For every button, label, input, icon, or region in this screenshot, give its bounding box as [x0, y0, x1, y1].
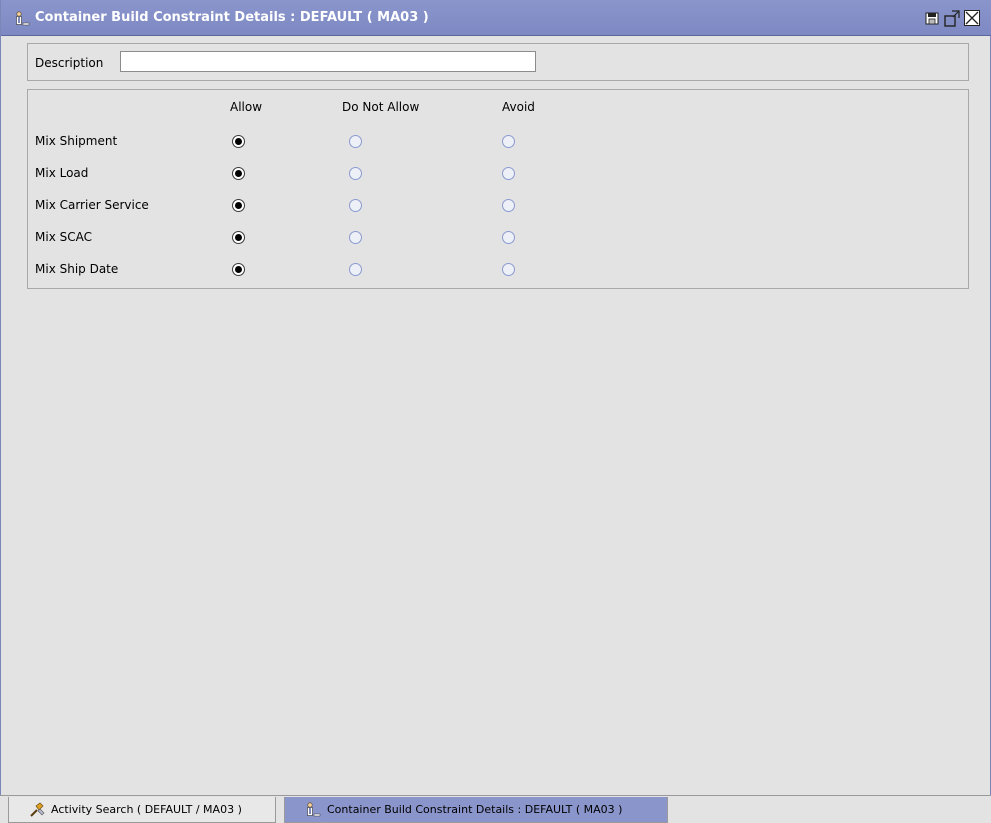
row-label-mix-load: Mix Load: [35, 166, 89, 180]
column-header-avoid: Avoid: [502, 100, 535, 114]
mix-shipment-avoid-radio[interactable]: [502, 135, 515, 148]
detach-icon[interactable]: [943, 9, 961, 27]
tab-activity-search-label: Activity Search ( DEFAULT / MA03 ): [51, 803, 242, 816]
mix-ship-date-avoid-radio[interactable]: [502, 263, 515, 276]
mix-scac-do-not-allow-radio[interactable]: [349, 231, 362, 244]
window-titlebar[interactable]: Container Build Constraint Details : DEF…: [1, 0, 991, 36]
row-label-mix-ship-date: Mix Ship Date: [35, 262, 119, 276]
mix-scac-allow-radio[interactable]: [232, 231, 245, 244]
mix-shipment-do-not-allow-radio[interactable]: [349, 135, 362, 148]
mix-carrier-service-avoid-radio[interactable]: [502, 199, 515, 212]
user-icon: [305, 802, 323, 818]
tab-container-build-constraint[interactable]: Container Build Constraint Details : DEF…: [284, 797, 668, 823]
mix-shipment-allow-radio[interactable]: [232, 135, 245, 148]
mix-load-allow-radio[interactable]: [232, 167, 245, 180]
mix-scac-avoid-radio[interactable]: [502, 231, 515, 244]
description-label: Description: [35, 56, 104, 70]
save-icon[interactable]: [923, 9, 941, 27]
close-icon[interactable]: [963, 9, 981, 27]
mix-load-do-not-allow-radio[interactable]: [349, 167, 362, 180]
column-header-allow: Allow: [230, 100, 263, 114]
user-icon: [13, 11, 37, 27]
description-panel: Description: [27, 43, 969, 81]
row-label-mix-scac: Mix SCAC: [35, 230, 92, 244]
mix-ship-date-do-not-allow-radio[interactable]: [349, 263, 362, 276]
tab-container-build-constraint-label: Container Build Constraint Details : DEF…: [327, 803, 623, 816]
row-label-mix-carrier-service: Mix Carrier Service: [35, 198, 149, 212]
row-label-mix-shipment: Mix Shipment: [35, 134, 118, 148]
mix-carrier-service-allow-radio[interactable]: [232, 199, 245, 212]
window-taskbar: Activity Search ( DEFAULT / MA03 ) Conta…: [0, 795, 991, 823]
tab-activity-search[interactable]: Activity Search ( DEFAULT / MA03 ): [8, 797, 276, 823]
mix-carrier-service-do-not-allow-radio[interactable]: [349, 199, 362, 212]
search-activity-icon: [29, 802, 47, 818]
mix-load-avoid-radio[interactable]: [502, 167, 515, 180]
column-header-do-not-allow: Do Not Allow: [342, 100, 420, 114]
constraint-options-panel: Allow Do Not Allow Avoid Mix Shipment Mi…: [27, 89, 969, 289]
container-build-constraint-window: Container Build Constraint Details : DEF…: [0, 0, 991, 795]
window-title: Container Build Constraint Details : DEF…: [35, 10, 429, 25]
description-input[interactable]: [120, 51, 536, 72]
mix-ship-date-allow-radio[interactable]: [232, 263, 245, 276]
